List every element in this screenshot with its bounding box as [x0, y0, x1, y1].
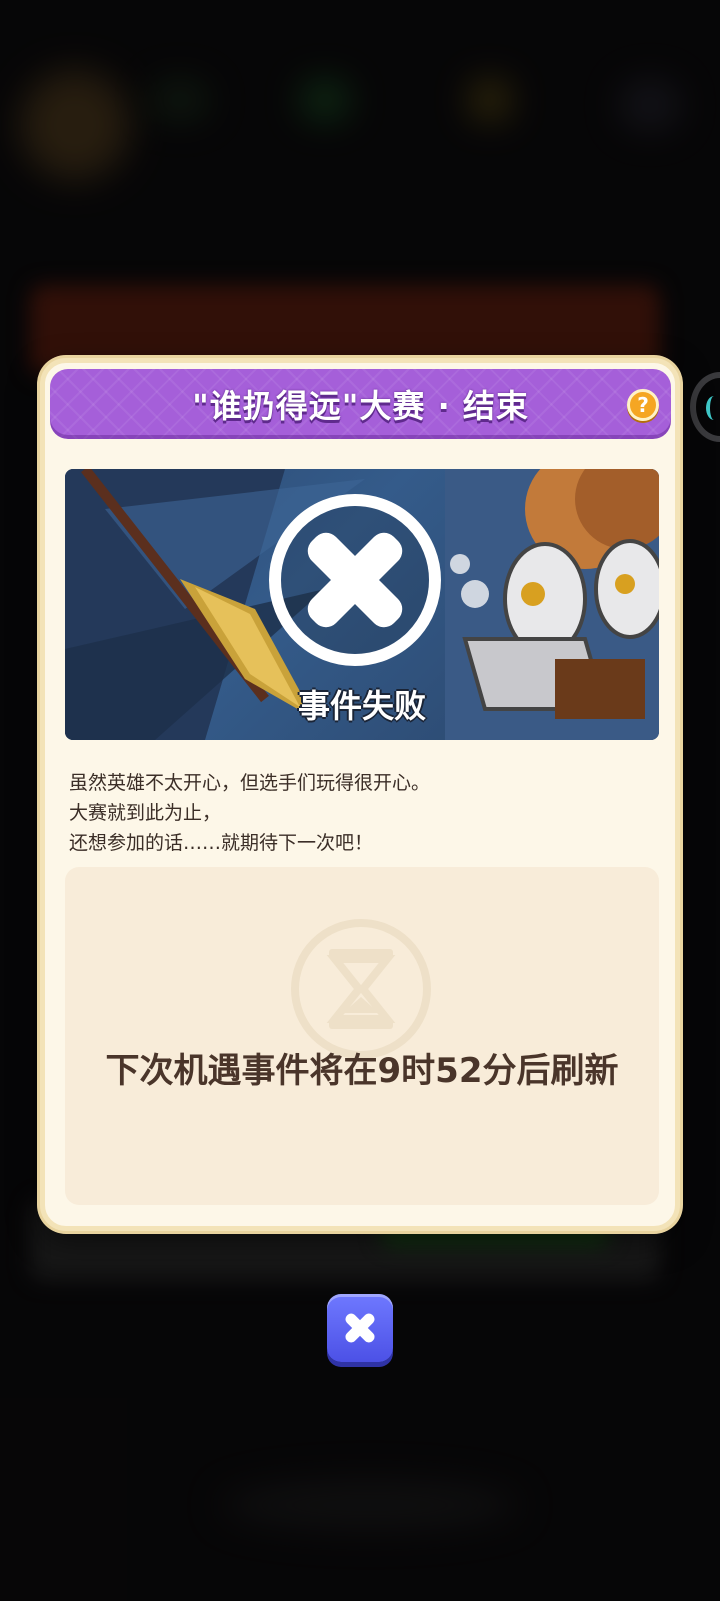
event-result-dialog: "谁扔得远"大赛 · 结束 ? 事件失败 虽然英雄不太开心，但选手们玩得很开心。…	[40, 358, 680, 1231]
message-line: 虽然英雄不太开心，但选手们玩得很开心。	[69, 772, 431, 794]
hourglass-icon	[291, 919, 431, 1059]
banner-fail-label: 事件失败	[297, 687, 426, 725]
refresh-countdown-text: 下次机遇事件将在9时52分后刷新	[105, 1051, 619, 1091]
help-glyph: ?	[637, 393, 649, 417]
refresh-timer-panel: 下次机遇事件将在9时52分后刷新	[65, 867, 659, 1205]
message-line: 大赛就到此为止，	[69, 802, 222, 824]
dialog-title-bar: "谁扔得远"大赛 · 结束 ?	[50, 369, 671, 439]
close-x-icon	[345, 1313, 375, 1343]
message-line: 还想参加的话……就期待下一次吧！	[69, 832, 374, 854]
event-message: 虽然英雄不太开心，但选手们玩得很开心。 大赛就到此为止， 还想参加的话……就期待…	[69, 768, 659, 858]
close-button[interactable]	[327, 1294, 393, 1362]
dialog-title: "谁扔得远"大赛 · 结束	[192, 387, 529, 425]
question-mark-icon[interactable]: ?	[627, 389, 659, 421]
event-banner: 事件失败	[65, 469, 659, 740]
